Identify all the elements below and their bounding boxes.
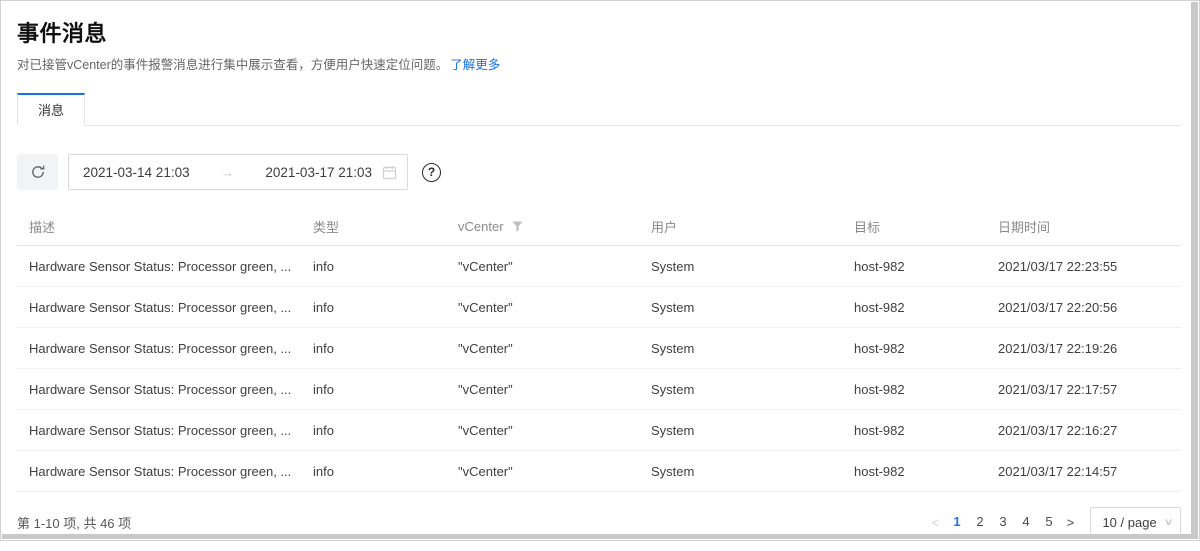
cell-vcenter: "vCenter" (446, 259, 639, 274)
page-button-5[interactable]: 5 (1038, 510, 1059, 534)
table-body: Hardware Sensor Status: Processor green,… (17, 246, 1181, 492)
cell-description: Hardware Sensor Status: Processor green,… (17, 259, 301, 274)
cell-target: host-982 (842, 423, 986, 438)
column-header-user: 用户 (639, 217, 842, 236)
table-row: Hardware Sensor Status: Processor green,… (17, 369, 1181, 410)
page-button-3[interactable]: 3 (992, 510, 1013, 534)
calendar-icon (372, 165, 397, 180)
page-size-value: 10 / page (1102, 515, 1156, 530)
cell-type: info (301, 259, 446, 274)
horizontal-scrollbar[interactable] (2, 534, 1198, 539)
date-start-value[interactable]: 2021-03-14 21:03 (83, 165, 190, 180)
learn-more-link[interactable]: 了解更多 (450, 58, 500, 72)
cell-target: host-982 (842, 300, 986, 315)
page-description: 对已接管vCenter的事件报警消息进行集中展示查看，方便用户快速定位问题。了解… (17, 56, 1181, 74)
cell-vcenter: "vCenter" (446, 300, 639, 315)
cell-type: info (301, 423, 446, 438)
cell-target: host-982 (842, 259, 986, 274)
cell-user: System (639, 382, 842, 397)
filter-icon[interactable] (512, 221, 523, 232)
column-header-vcenter: vCenter (446, 219, 639, 234)
cell-datetime: 2021/03/17 22:23:55 (986, 259, 1181, 274)
tab-messages[interactable]: 消息 (17, 93, 85, 126)
cell-type: info (301, 300, 446, 315)
table-row: Hardware Sensor Status: Processor green,… (17, 410, 1181, 451)
cell-type: info (301, 341, 446, 356)
column-header-vcenter-label: vCenter (458, 219, 504, 234)
help-icon[interactable]: ? (422, 163, 441, 182)
cell-vcenter: "vCenter" (446, 382, 639, 397)
refresh-button[interactable] (17, 154, 58, 190)
date-range-picker[interactable]: 2021-03-14 21:03 → 2021-03-17 21:03 (68, 154, 408, 190)
events-table: 描述 类型 vCenter 用户 目标 日期时间 Hardware Se (17, 208, 1181, 492)
cell-datetime: 2021/03/17 22:14:57 (986, 464, 1181, 479)
table-row: Hardware Sensor Status: Processor green,… (17, 287, 1181, 328)
pagination-summary: 第 1-10 项, 共 46 项 (17, 513, 131, 532)
cell-description: Hardware Sensor Status: Processor green,… (17, 341, 301, 356)
cell-datetime: 2021/03/17 22:17:57 (986, 382, 1181, 397)
column-header-type: 类型 (301, 217, 446, 236)
event-message-page: 事件消息 对已接管vCenter的事件报警消息进行集中展示查看，方便用户快速定位… (0, 0, 1200, 541)
table-row: Hardware Sensor Status: Processor green,… (17, 451, 1181, 492)
cell-type: info (301, 464, 446, 479)
page-size-select[interactable]: 10 / page ∨ (1090, 507, 1181, 537)
refresh-icon (30, 164, 46, 180)
table-header-row: 描述 类型 vCenter 用户 目标 日期时间 (17, 208, 1181, 246)
table-footer: 第 1-10 项, 共 46 项 < 1 2 3 4 5 > 10 / page… (17, 492, 1181, 551)
cell-description: Hardware Sensor Status: Processor green,… (17, 300, 301, 315)
cell-target: host-982 (842, 382, 986, 397)
pagination: < 1 2 3 4 5 > 10 / page ∨ (925, 507, 1181, 537)
cell-target: host-982 (842, 341, 986, 356)
toolbar: 2021-03-14 21:03 → 2021-03-17 21:03 ? (17, 154, 1181, 190)
next-page-button[interactable]: > (1060, 515, 1080, 530)
vertical-scrollbar[interactable] (1191, 2, 1198, 534)
cell-description: Hardware Sensor Status: Processor green,… (17, 382, 301, 397)
cell-user: System (639, 300, 842, 315)
cell-user: System (639, 464, 842, 479)
cell-vcenter: "vCenter" (446, 341, 639, 356)
cell-user: System (639, 423, 842, 438)
cell-datetime: 2021/03/17 22:19:26 (986, 341, 1181, 356)
cell-target: host-982 (842, 464, 986, 479)
column-header-datetime: 日期时间 (986, 217, 1181, 236)
cell-description: Hardware Sensor Status: Processor green,… (17, 464, 301, 479)
cell-user: System (639, 341, 842, 356)
cell-datetime: 2021/03/17 22:16:27 (986, 423, 1181, 438)
page-button-1[interactable]: 1 (946, 510, 967, 534)
cell-description: Hardware Sensor Status: Processor green,… (17, 423, 301, 438)
range-arrow-icon: → (190, 165, 266, 180)
cell-datetime: 2021/03/17 22:20:56 (986, 300, 1181, 315)
chevron-down-icon: ∨ (1163, 517, 1173, 528)
table-row: Hardware Sensor Status: Processor green,… (17, 246, 1181, 287)
cell-vcenter: "vCenter" (446, 464, 639, 479)
cell-vcenter: "vCenter" (446, 423, 639, 438)
page-description-text: 对已接管vCenter的事件报警消息进行集中展示查看，方便用户快速定位问题。 (17, 58, 448, 72)
cell-type: info (301, 382, 446, 397)
table-row: Hardware Sensor Status: Processor green,… (17, 328, 1181, 369)
cell-user: System (639, 259, 842, 274)
page-title: 事件消息 (17, 16, 1181, 48)
prev-page-button[interactable]: < (925, 515, 945, 530)
date-end-value[interactable]: 2021-03-17 21:03 (265, 165, 372, 180)
column-header-description: 描述 (17, 217, 301, 236)
page-button-2[interactable]: 2 (969, 510, 990, 534)
page-button-4[interactable]: 4 (1015, 510, 1036, 534)
column-header-target: 目标 (842, 217, 986, 236)
tab-bar: 消息 (17, 93, 1181, 126)
tab-messages-label: 消息 (38, 103, 64, 118)
